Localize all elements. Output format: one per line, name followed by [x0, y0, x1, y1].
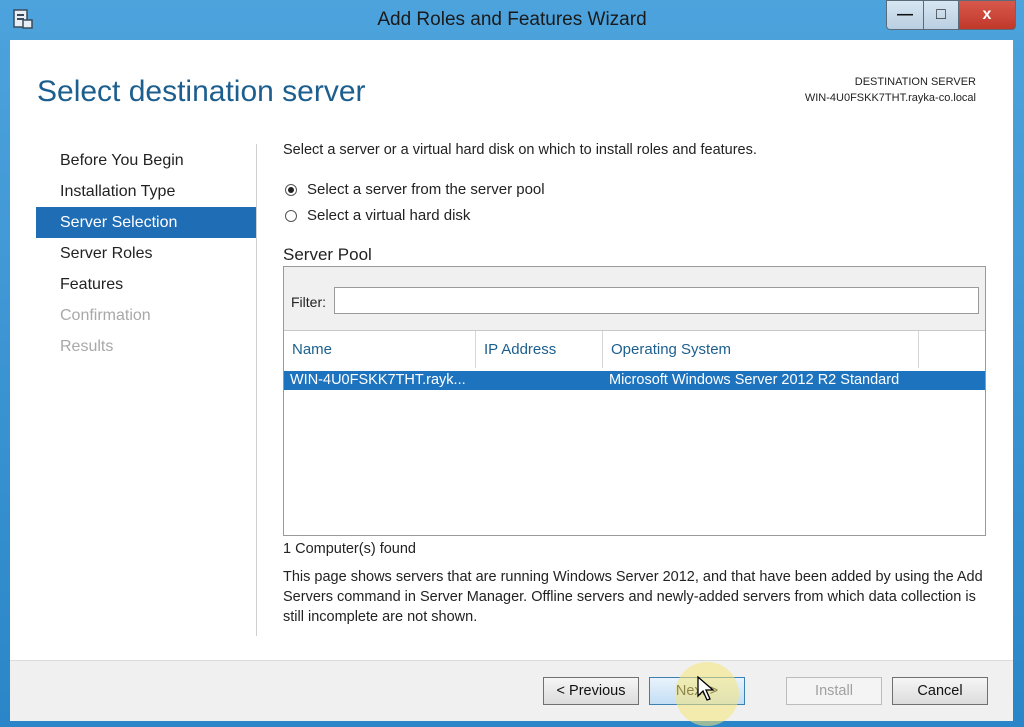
nav-item-server-selection[interactable]: Server Selection	[36, 207, 256, 238]
close-icon: x	[982, 6, 992, 23]
vhd-option[interactable]: Select a virtual hard disk	[285, 207, 470, 224]
table-row[interactable]: WIN-4U0FSKK7THT.rayk... Microsoft Window…	[284, 371, 985, 390]
vhd-option-label: Select a virtual hard disk	[307, 207, 471, 224]
wizard-content: Select destination server DESTINATION SE…	[10, 40, 1013, 721]
minimize-button[interactable]: —	[886, 0, 924, 30]
nav-item-installation-type[interactable]: Installation Type	[36, 176, 256, 207]
destination-server-info: DESTINATION SERVER WIN-4U0FSKK7THT.rayka…	[805, 74, 976, 106]
maximize-button[interactable]: □	[923, 0, 959, 30]
server-pool-option[interactable]: Select a server from the server pool	[285, 181, 545, 198]
filter-input[interactable]	[334, 287, 979, 314]
page-title: Select destination server	[37, 75, 366, 108]
table-header: Name IP Address Operating System	[284, 331, 985, 368]
server-pool-table: Filter: Name IP Address Operating System…	[283, 266, 986, 536]
button-bar: < Previous Next > Install Cancel	[10, 660, 1013, 721]
os-cell: Microsoft Windows Server 2012 R2 Standar…	[609, 372, 900, 388]
nav-item-server-roles[interactable]: Server Roles	[36, 238, 256, 269]
description-text: This page shows servers that are running…	[283, 569, 983, 625]
title-bar[interactable]: Add Roles and Features Wizard — □ x	[0, 0, 1024, 40]
filter-label: Filter:	[291, 294, 326, 310]
column-header-name[interactable]: Name	[284, 331, 476, 368]
wizard-window: Add Roles and Features Wizard — □ x Sele…	[0, 0, 1024, 727]
previous-button[interactable]: < Previous	[543, 677, 639, 705]
column-header-ip-address[interactable]: IP Address	[476, 331, 603, 368]
cancel-button[interactable]: Cancel	[892, 677, 988, 705]
vhd-radio[interactable]	[285, 209, 297, 222]
column-header-operating-system[interactable]: Operating System	[603, 331, 919, 368]
mouse-cursor-icon	[697, 676, 715, 701]
maximize-icon: □	[936, 6, 946, 23]
nav-item-features[interactable]: Features	[36, 269, 256, 300]
server-pool-option-label: Select a server from the server pool	[307, 181, 545, 198]
intro-text: Select a server or a virtual hard disk o…	[283, 142, 757, 158]
server-pool-title: Server Pool	[283, 245, 372, 264]
server-pool-radio[interactable]	[285, 183, 297, 196]
server-name-cell: WIN-4U0FSKK7THT.rayk...	[290, 372, 466, 388]
nav-divider	[256, 144, 257, 636]
destination-server-name: WIN-4U0FSKK7THT.rayka-co.local	[804, 92, 976, 104]
destination-server-label: DESTINATION SERVER	[854, 76, 976, 88]
close-button[interactable]: x	[958, 0, 1016, 30]
minimize-icon: —	[897, 6, 913, 23]
nav-item-results: Results	[60, 338, 114, 355]
install-button: Install	[786, 677, 882, 705]
window-title: Add Roles and Features Wizard	[377, 9, 647, 30]
wizard-nav: Before You Begin Installation Type Serve…	[36, 145, 256, 362]
computers-found-count: 1 Computer(s) found	[283, 541, 416, 557]
nav-item-confirmation: Confirmation	[60, 307, 151, 324]
filter-bar: Filter:	[284, 267, 985, 331]
nav-item-before-you-begin[interactable]: Before You Begin	[36, 145, 256, 176]
